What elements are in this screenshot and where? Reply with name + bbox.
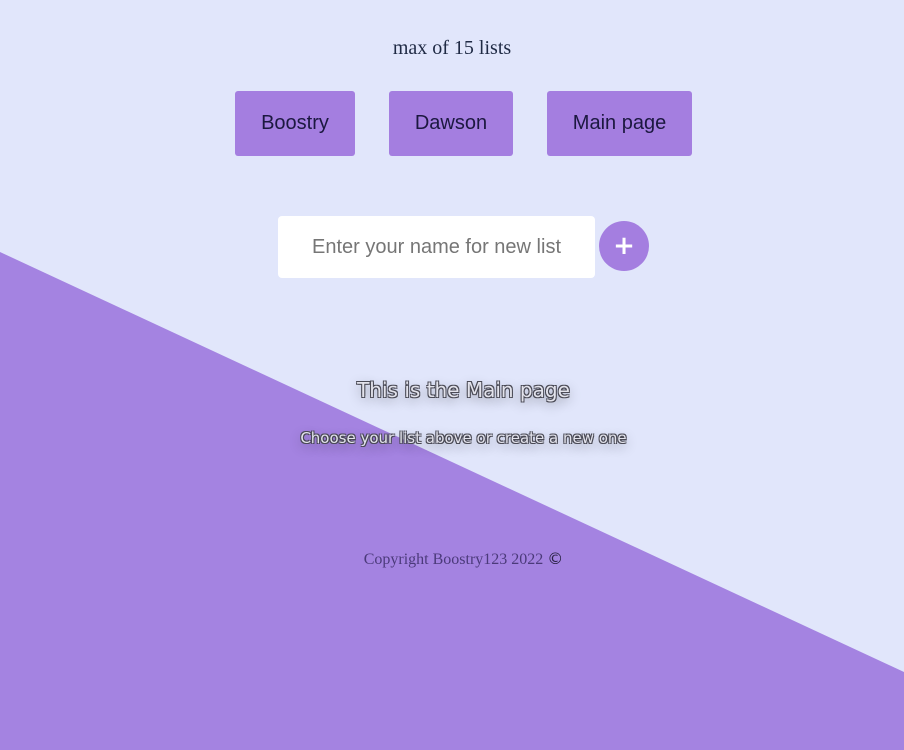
copyright-text: Copyright Boostry123 2022 <box>363 551 544 568</box>
list-limit-note: max of 15 lists <box>392 37 512 59</box>
list-button-main-page[interactable]: Main page <box>547 91 692 156</box>
main-page-heading: This is the Main page <box>357 378 570 402</box>
new-list-name-input[interactable] <box>278 216 595 278</box>
main-page-subheading: Choose your list above or create a new o… <box>300 429 627 447</box>
list-button-boostry[interactable]: Boostry <box>235 91 355 156</box>
list-button-dawson[interactable]: Dawson <box>389 91 513 156</box>
copyright-footer: Copyright Boostry123 2022 © <box>0 549 904 569</box>
page-content: max of 15 lists Boostry Dawson Main page… <box>0 0 904 750</box>
add-list-button[interactable]: + <box>599 221 649 271</box>
copyright-icon: © <box>547 549 564 568</box>
